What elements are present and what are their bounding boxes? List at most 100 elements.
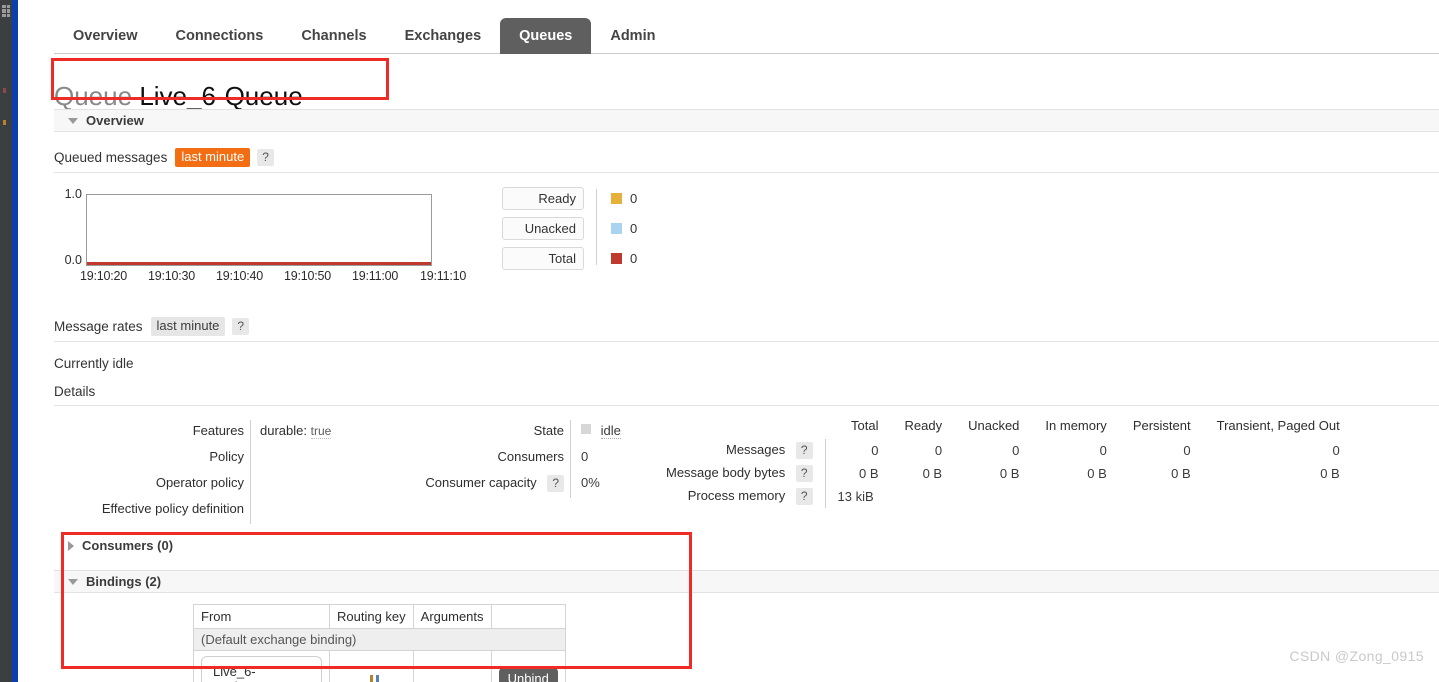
legend-button-ready[interactable]: Ready [502, 187, 584, 210]
stats-header-row: Total Ready Unacked In memory Persistent… [666, 418, 1340, 439]
page-title-queue-name: Live_6-Queue [139, 81, 303, 112]
bindings-col-from: From [193, 604, 330, 629]
page-bottom-cutoff-elements [370, 675, 379, 682]
stats-cell [1107, 485, 1191, 508]
exchange-link-live-6-exchange[interactable]: Live_6-Exchange [201, 656, 322, 682]
table-row: Live_6-Exchange Unbind [193, 650, 566, 682]
bindings-col-routing-key: Routing key [329, 604, 414, 629]
tab-admin[interactable]: Admin [591, 18, 674, 54]
bindings-cell-arguments [412, 650, 492, 682]
consumer-capacity-text: Consumer capacity [425, 475, 537, 490]
details-label-operator-policy: Operator policy [155, 475, 244, 490]
stats-cell: 0 [871, 443, 879, 458]
details-left-labels: Features Policy Operator policy Effectiv… [54, 418, 244, 522]
legend-value-ready: 0 [611, 187, 637, 210]
stats-cell: 0 [1012, 443, 1020, 458]
nav-tab-list: Overview Connections Channels Exchanges … [54, 18, 674, 54]
section-consumers-header[interactable]: Consumers (0) [54, 534, 1439, 557]
stats-col-in-memory: In memory [1045, 418, 1107, 433]
queued-messages-label: Queued messages [54, 150, 168, 165]
queued-messages-period-pill[interactable]: last minute [175, 148, 251, 167]
stats-cell: 0 [1099, 443, 1107, 458]
stats-cell [1191, 485, 1340, 508]
tab-channels[interactable]: Channels [282, 18, 385, 54]
chart-x-tick: 19:11:00 [352, 269, 399, 283]
browser-left-strip [0, 0, 12, 682]
stats-cell: 0 [934, 443, 943, 458]
stats-cell: 0 B [1320, 466, 1340, 481]
page-title-prefix: Queue [54, 81, 133, 112]
chart-y-max-label: 1.0 [64, 187, 82, 201]
legend-button-total[interactable]: Total [502, 247, 584, 270]
chart-x-axis: 19:10:20 19:10:30 19:10:40 19:10:50 19:1… [80, 269, 500, 283]
chart-y-min-label: 0.0 [64, 253, 82, 267]
messages-help-icon[interactable]: ? [795, 442, 813, 459]
section-bindings-label: Bindings (2) [86, 574, 162, 589]
tab-queues[interactable]: Queues [500, 18, 592, 54]
swatch-total-icon [611, 253, 622, 264]
chart-plot-area [86, 194, 432, 266]
bindings-cell-action: Unbind [490, 650, 566, 682]
chart-x-tick: 19:10:20 [80, 269, 128, 283]
details-mid-labels: State Consumers Consumer capacity ? [384, 418, 564, 496]
tab-exchanges[interactable]: Exchanges [386, 18, 501, 54]
stats-cell [879, 485, 943, 508]
chart-legend: Ready Unacked Total 0 0 0 [502, 187, 637, 270]
details-label-state: State [533, 423, 564, 438]
message-rates-period-pill[interactable]: last minute [150, 317, 226, 336]
chrome-marker-orange [3, 120, 6, 125]
details-label-effective-policy-definition: Effective policy definition [101, 501, 244, 516]
details-label: Details [54, 384, 1439, 406]
section-consumers-label: Consumers (0) [82, 538, 174, 553]
details-state-value: idle [600, 423, 621, 439]
message-rates-status: Currently idle [54, 356, 134, 371]
bindings-cell-from: Live_6-Exchange [193, 650, 330, 682]
message-body-bytes-help-icon[interactable]: ? [795, 465, 813, 482]
features-value: true [310, 424, 332, 439]
stats-row-body-bytes-text: Message body bytes [666, 465, 786, 480]
tab-overview[interactable]: Overview [54, 18, 157, 54]
section-bindings-header[interactable]: Bindings (2) [54, 570, 1439, 593]
queued-messages-chart: 1.0 0.0 19:10:20 19:10:30 19:10:40 19:10… [54, 187, 1439, 295]
chrome-marker-red [3, 88, 6, 93]
stats-cell: 0 B [859, 466, 879, 481]
stats-cell: 0 B [999, 466, 1020, 481]
process-memory-help-icon[interactable]: ? [795, 488, 813, 505]
legend-value-unacked-text: 0 [630, 221, 638, 236]
unbind-button[interactable]: Unbind [498, 667, 558, 682]
chart-x-tick: 19:10:50 [284, 269, 332, 283]
table-row: Messages ? 0 0 0 0 0 0 [666, 439, 1340, 462]
bindings-header-row: From Routing key Arguments [193, 604, 566, 629]
stats-cell: 0 [1183, 443, 1191, 458]
stats-row-messages-text: Messages [725, 442, 786, 457]
queued-messages-header: Queued messages last minute ? [54, 148, 1439, 173]
queued-messages-help-icon[interactable]: ? [257, 149, 274, 166]
page-title: Queue Live_6-Queue [54, 80, 303, 112]
legend-value-unacked: 0 [611, 217, 637, 240]
stats-cell: 0 [1332, 443, 1340, 458]
consumer-capacity-help-icon[interactable]: ? [547, 475, 564, 492]
chart-x-tick: 19:11:10 [420, 269, 467, 283]
details-label-consumer-capacity: Consumer capacity ? [384, 470, 564, 496]
tab-connections[interactable]: Connections [157, 18, 283, 54]
table-row: Process memory ? 13 kiB [666, 485, 1340, 508]
chevron-down-icon [68, 578, 78, 585]
rabbitmq-page: Overview Connections Channels Exchanges … [18, 0, 1439, 682]
stats-col-ready: Ready [904, 418, 943, 433]
bindings-col-arguments: Arguments [412, 604, 492, 629]
swatch-ready-icon [611, 193, 622, 204]
stats-col-transient-paged-out: Transient, Paged Out [1216, 418, 1340, 433]
section-overview-label: Overview [86, 113, 144, 128]
grid-menu-icon[interactable] [2, 5, 10, 17]
legend-button-unacked[interactable]: Unacked [502, 217, 584, 240]
bindings-default-text: (Default exchange binding) [193, 628, 566, 651]
features-key: durable: [260, 423, 307, 438]
stats-cell [1019, 485, 1106, 508]
legend-value-total: 0 [611, 247, 637, 270]
chevron-down-icon [68, 117, 78, 124]
chart-x-tick: 19:10:30 [148, 269, 196, 283]
state-indicator-icon [581, 424, 591, 434]
message-rates-help-icon[interactable]: ? [232, 318, 250, 335]
stats-row-label-process-memory: Process memory ? [666, 485, 826, 508]
section-overview-header[interactable]: Overview [54, 109, 1439, 132]
